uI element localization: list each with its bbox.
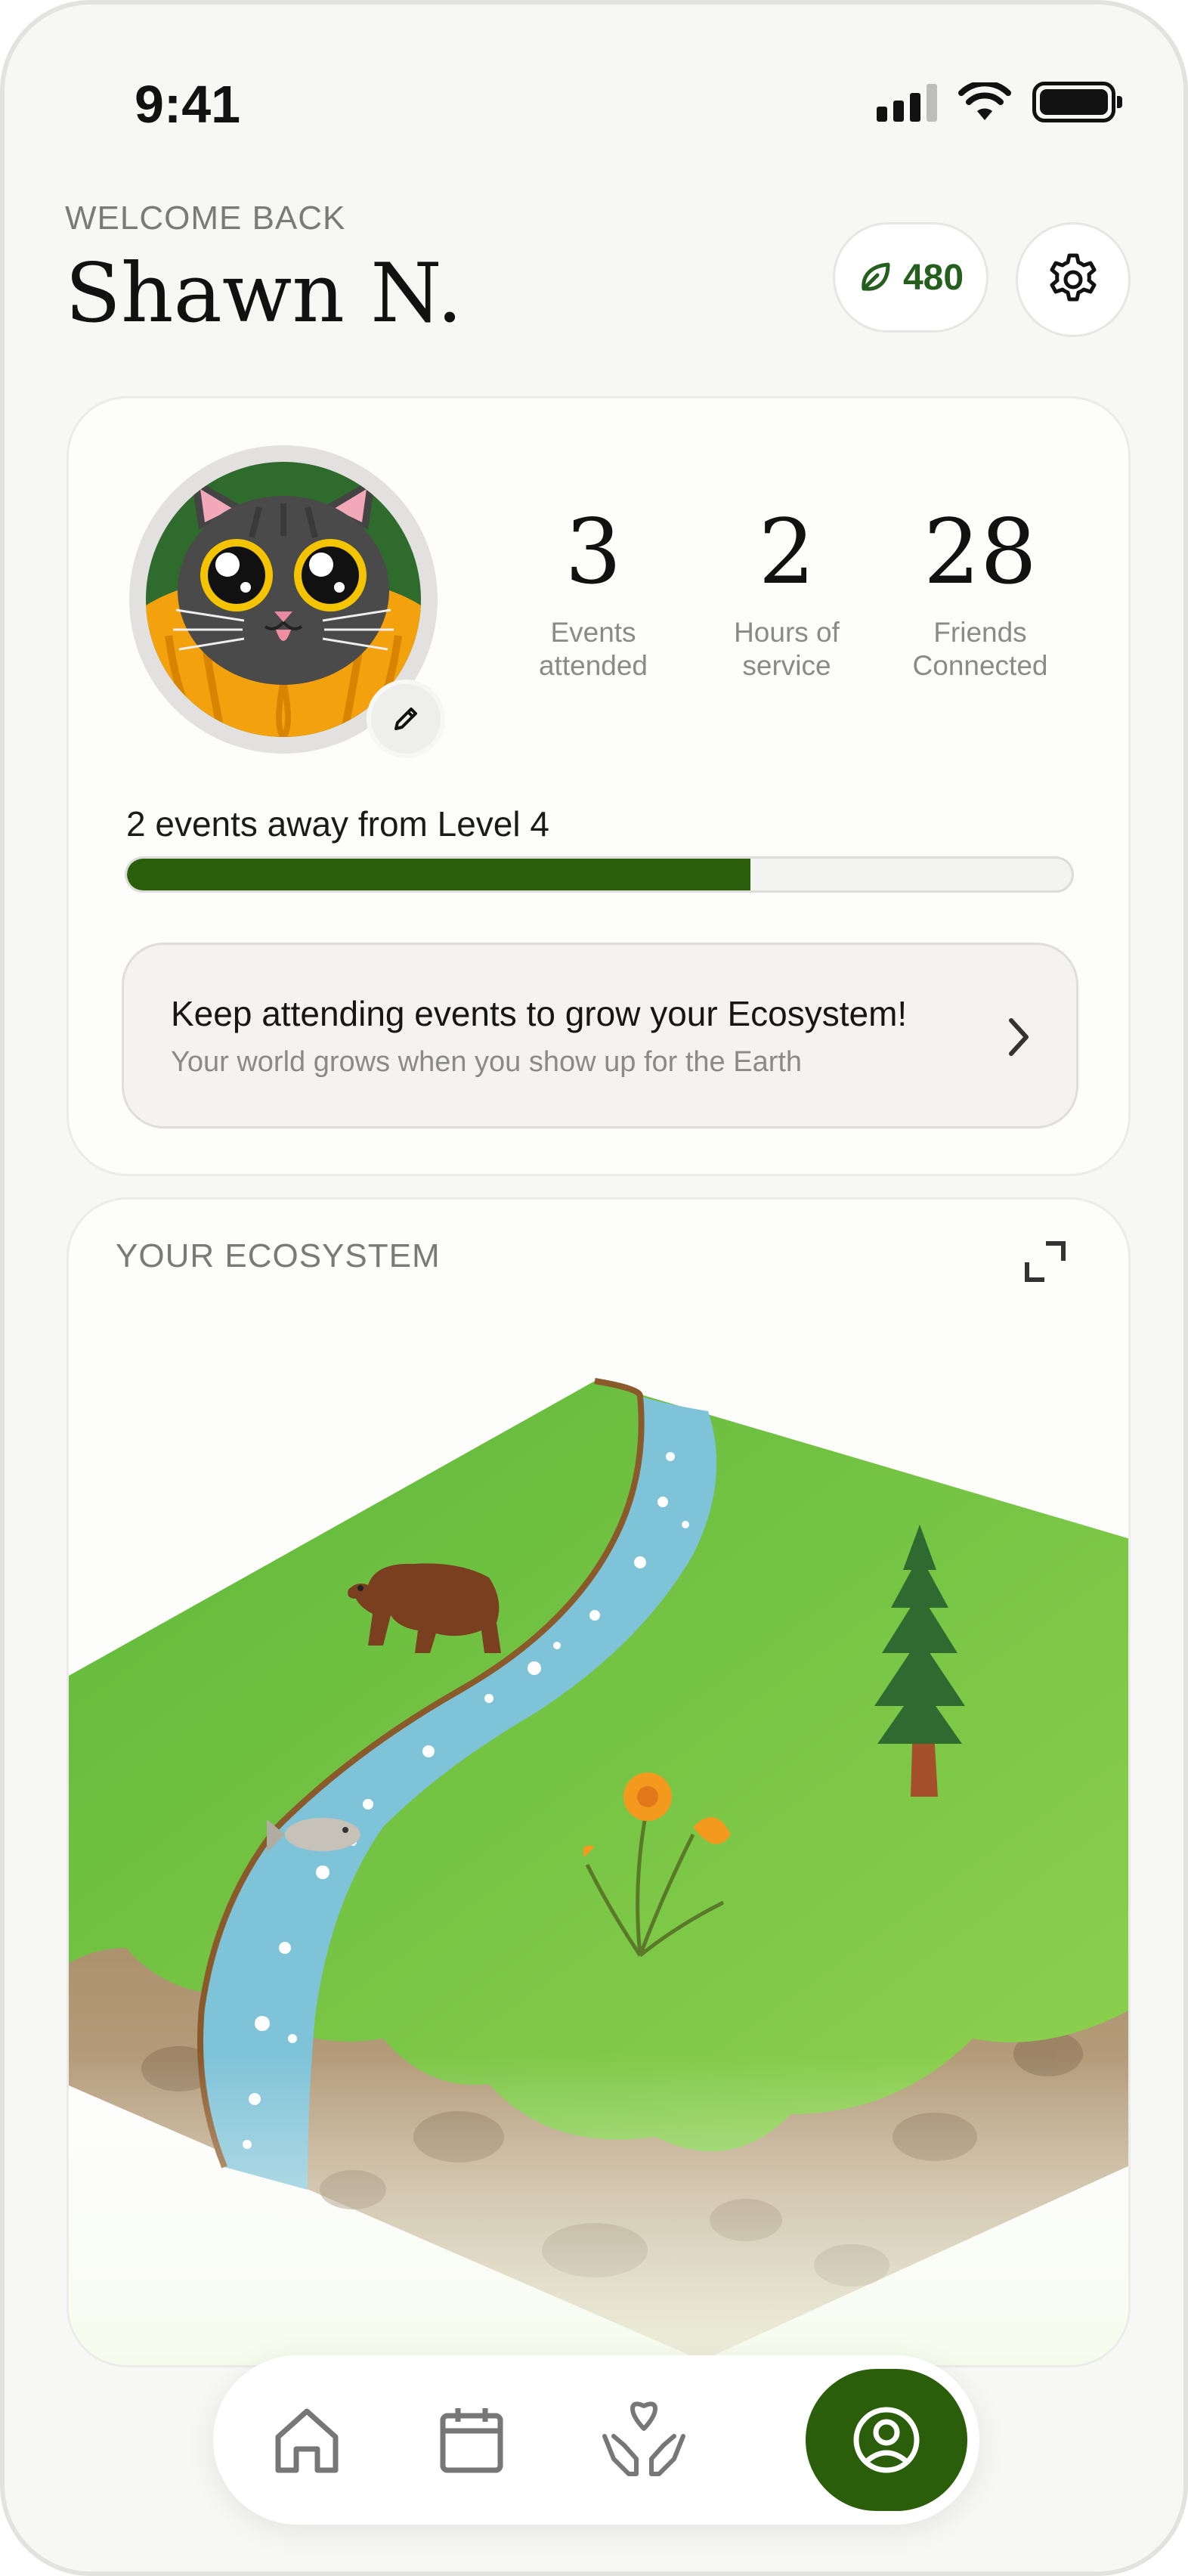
chevron-right-icon <box>1009 1018 1029 1056</box>
battery-icon <box>1032 82 1122 122</box>
grow-ecosystem-banner[interactable]: Keep attending events to grow your Ecosy… <box>122 943 1078 1129</box>
stat-friends-label: Friends Connected <box>889 616 1071 683</box>
points-badge[interactable]: 480 <box>833 222 988 333</box>
expand-button[interactable] <box>1022 1239 1068 1288</box>
edit-avatar-button[interactable] <box>367 680 445 758</box>
cellular-signal-icon <box>877 82 937 122</box>
status-time: 9:41 <box>135 75 241 134</box>
stat-hours-value: 2 <box>758 500 815 604</box>
settings-button[interactable] <box>1016 222 1131 337</box>
status-icons <box>877 82 1122 122</box>
stat-hours-label-line2: service <box>742 650 831 681</box>
calendar-icon <box>440 2408 503 2473</box>
phone-screen: 9:41 WELCOME BACK Shawn N. 480 3 Events … <box>0 0 1188 2576</box>
banner-title: Keep attending events to grow your Ecosy… <box>171 994 908 1033</box>
stat-events-value: 3 <box>565 500 622 604</box>
stat-events-label-line1: Events <box>550 617 636 648</box>
stat-friends-label-line1: Friends <box>933 617 1027 648</box>
bottom-nav <box>213 2355 979 2525</box>
home-icon <box>275 2408 339 2473</box>
level-progress-bar <box>125 856 1074 893</box>
nav-calendar[interactable] <box>419 2387 524 2493</box>
ecosystem-scene[interactable] <box>67 1373 1131 2367</box>
welcome-label: WELCOME BACK <box>65 200 346 237</box>
stat-friends-value: 28 <box>923 500 1038 604</box>
pencil-icon <box>394 707 417 730</box>
profile-card: 3 Events attended 2 Hours of service 28 … <box>67 396 1131 1176</box>
stat-friends-label-line2: Connected <box>912 650 1048 681</box>
nav-profile[interactable] <box>806 2369 967 2511</box>
ecosystem-title: YOUR ECOSYSTEM <box>116 1237 441 1274</box>
stat-friends: 28 Friends Connected <box>889 507 1071 683</box>
stat-hours-label-line1: Hours of <box>734 617 840 648</box>
nav-volunteer[interactable] <box>591 2387 697 2493</box>
profile-icon <box>853 2407 920 2473</box>
ecosystem-card: YOUR ECOSYSTEM <box>67 1197 1131 2367</box>
level-progress-text: 2 events away from Level 4 <box>126 804 549 844</box>
expand-icon <box>1025 1241 1066 1282</box>
heart-hands-icon <box>602 2401 685 2476</box>
user-name: Shawn N. <box>65 246 463 341</box>
level-progress-fill <box>127 859 750 890</box>
gear-icon <box>1050 253 1097 302</box>
stat-hours-label: Hours of service <box>696 616 877 683</box>
leaf-icon <box>862 262 890 291</box>
stat-hours: 2 Hours of service <box>696 507 877 683</box>
stat-events: 3 Events attended <box>503 507 684 683</box>
banner-subtitle: Your world grows when you show up for th… <box>171 1046 803 1078</box>
stat-events-label-line2: attended <box>538 650 648 681</box>
stat-events-label: Events attended <box>503 616 684 683</box>
wifi-icon <box>958 82 1011 120</box>
nav-home[interactable] <box>254 2387 360 2493</box>
points-value: 480 <box>902 257 964 298</box>
